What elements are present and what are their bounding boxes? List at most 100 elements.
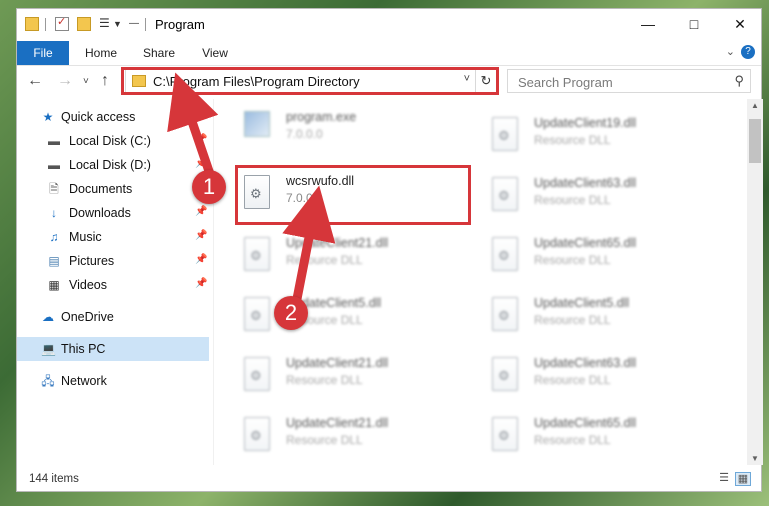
file-name: UpdateClient63.dll xyxy=(534,176,637,190)
file-name: UpdateClient19.dll xyxy=(534,116,637,130)
file-name: UpdateClient65.dll xyxy=(534,416,637,430)
properties-icon[interactable] xyxy=(55,15,69,31)
file-item[interactable]: program.exe 7.0.0.0 xyxy=(240,105,470,163)
folder-icon[interactable] xyxy=(25,17,39,31)
file-item[interactable]: UpdateClient21.dll Resource DLL xyxy=(240,411,470,465)
nav-item-pictures[interactable]: ▤ Pictures 📌 xyxy=(17,249,209,273)
cloud-icon: ☁ xyxy=(42,310,54,324)
expand-ribbon-icon[interactable]: ⌄ xyxy=(726,45,735,58)
file-description: Resource DLL xyxy=(286,433,363,447)
pin-icon[interactable]: 📌 xyxy=(195,158,207,169)
maximize-button[interactable]: □ xyxy=(671,9,717,39)
documents-icon: 🗎 xyxy=(49,182,59,196)
file-description: 7.0.0.0 xyxy=(286,191,323,205)
dll-file-icon xyxy=(492,177,518,211)
file-explorer-window: ☰ ▼ ― Program — □ ✕ File Home Share View… xyxy=(16,8,763,492)
minimize-button[interactable]: — xyxy=(625,9,671,39)
address-dropdown-icon[interactable]: ˅ xyxy=(464,73,470,85)
help-icon[interactable]: ? xyxy=(741,45,755,59)
tab-view[interactable]: View xyxy=(191,41,239,65)
file-item[interactable]: UpdateClient63.dll Resource DLL xyxy=(488,351,718,409)
dll-file-icon xyxy=(492,417,518,451)
dll-file-icon xyxy=(244,175,270,209)
dll-file-icon xyxy=(244,417,270,451)
file-item[interactable]: UpdateClient21.dll Resource DLL xyxy=(240,351,470,409)
nav-item-label: OneDrive xyxy=(61,310,114,324)
drive-icon: ▬ xyxy=(48,158,60,172)
close-button[interactable]: ✕ xyxy=(717,9,763,39)
vertical-scrollbar[interactable]: ▲ ▼ xyxy=(747,99,763,465)
tab-share[interactable]: Share xyxy=(135,41,183,65)
file-item[interactable]: UpdateClient65.dll Resource DLL xyxy=(488,231,718,289)
videos-icon: ▦ xyxy=(48,278,60,292)
up-button[interactable]: ↑ xyxy=(101,72,109,90)
address-bar[interactable]: C:\Program Files\Program Directory ˅ ↻ xyxy=(125,69,497,93)
file-item[interactable]: UpdateClient5.dll Resource DLL xyxy=(240,291,470,349)
file-item[interactable]: UpdateClient19.dll Resource DLL xyxy=(488,111,718,169)
nav-item-documents[interactable]: 🗎 Documents 📌 xyxy=(17,177,209,201)
large-icons-view-icon[interactable]: ▦ xyxy=(735,472,751,486)
tab-home[interactable]: Home xyxy=(77,41,125,65)
file-description: Resource DLL xyxy=(534,373,611,387)
downloads-icon: ↓ xyxy=(51,206,57,220)
folder-icon xyxy=(132,75,146,87)
search-input[interactable] xyxy=(516,73,720,91)
dll-file-icon xyxy=(244,237,270,271)
pin-icon[interactable]: 📌 xyxy=(195,206,207,217)
pin-icon[interactable]: 📌 xyxy=(195,254,207,265)
nav-item-local-disk-c[interactable]: ▬ Local Disk (C:) 📌 xyxy=(17,129,209,153)
scrollbar-thumb[interactable] xyxy=(749,119,761,163)
new-folder-icon[interactable] xyxy=(77,17,91,31)
network-icon: 🖧 xyxy=(41,374,55,388)
file-item-wcsrwufo[interactable]: wcsrwufo.dll 7.0.0.0 xyxy=(240,169,470,227)
ribbon-tabs: File Home Share View ⌄ ? xyxy=(17,41,761,66)
nav-item-onedrive[interactable]: ☁ OneDrive xyxy=(17,305,209,329)
pin-icon[interactable]: 📌 xyxy=(195,134,207,145)
tab-file[interactable]: File xyxy=(17,41,69,65)
file-description: Resource DLL xyxy=(534,133,611,147)
file-name: wcsrwufo.dll xyxy=(286,174,355,188)
recent-locations-button[interactable]: ˅ xyxy=(83,76,89,87)
file-item[interactable]: UpdateClient5.dll Resource DLL xyxy=(488,291,718,349)
file-description: Resource DLL xyxy=(534,253,611,267)
star-icon: ★ xyxy=(42,110,54,124)
file-name: UpdateClient65.dll xyxy=(534,236,637,250)
search-icon[interactable]: ⚲ xyxy=(734,73,744,89)
pictures-icon: ▤ xyxy=(48,254,60,268)
window-title: Program xyxy=(155,17,205,32)
pin-icon[interactable]: 📌 xyxy=(195,230,207,241)
quick-access-view-icon[interactable]: ☰ xyxy=(99,16,110,30)
search-box[interactable]: ⚲ xyxy=(507,69,751,93)
forward-button[interactable]: → xyxy=(57,72,73,90)
customize-toolbar-icon[interactable]: ― xyxy=(129,18,139,29)
nav-item-local-disk-d[interactable]: ▬ Local Disk (D:) 📌 xyxy=(17,153,209,177)
scroll-down-icon[interactable]: ▼ xyxy=(747,454,763,463)
refresh-button[interactable]: ↻ xyxy=(475,70,496,92)
nav-item-downloads[interactable]: ↓ Downloads 📌 xyxy=(17,201,209,225)
scroll-up-icon[interactable]: ▲ xyxy=(747,101,763,110)
file-list: program.exe 7.0.0.0 wcsrwufo.dll 7.0.0.0… xyxy=(214,99,746,465)
nav-item-label: Music xyxy=(69,230,102,244)
nav-item-label: Pictures xyxy=(69,254,115,268)
dll-file-icon xyxy=(492,237,518,271)
step-1-badge: 1 xyxy=(192,170,226,204)
address-path[interactable]: C:\Program Files\Program Directory xyxy=(153,74,360,89)
dll-file-icon xyxy=(244,357,270,391)
file-name: UpdateClient5.dll xyxy=(534,296,630,310)
nav-item-music[interactable]: ♫ Music 📌 xyxy=(17,225,209,249)
nav-item-videos[interactable]: ▦ Videos 📌 xyxy=(17,273,209,297)
file-name: UpdateClient21.dll xyxy=(286,416,389,430)
pin-icon[interactable]: 📌 xyxy=(195,278,207,289)
dll-file-icon xyxy=(492,117,518,151)
back-button[interactable]: ← xyxy=(27,72,43,90)
file-item[interactable]: UpdateClient63.dll Resource DLL xyxy=(488,171,718,229)
nav-item-network[interactable]: 🖧 Network xyxy=(17,369,209,393)
quick-access-dropdown-icon[interactable]: ▼ xyxy=(113,19,122,29)
status-bar: 144 items ☰ ▦ xyxy=(17,467,761,491)
item-count: 144 items xyxy=(29,473,79,485)
file-item[interactable]: UpdateClient21.dll Resource DLL xyxy=(240,231,470,289)
details-view-icon[interactable]: ☰ xyxy=(717,472,731,484)
file-item[interactable]: UpdateClient65.dll Resource DLL xyxy=(488,411,718,465)
nav-item-quick-access[interactable]: ★ Quick access xyxy=(17,105,209,129)
nav-item-this-pc[interactable]: 💻 This PC xyxy=(17,337,209,361)
